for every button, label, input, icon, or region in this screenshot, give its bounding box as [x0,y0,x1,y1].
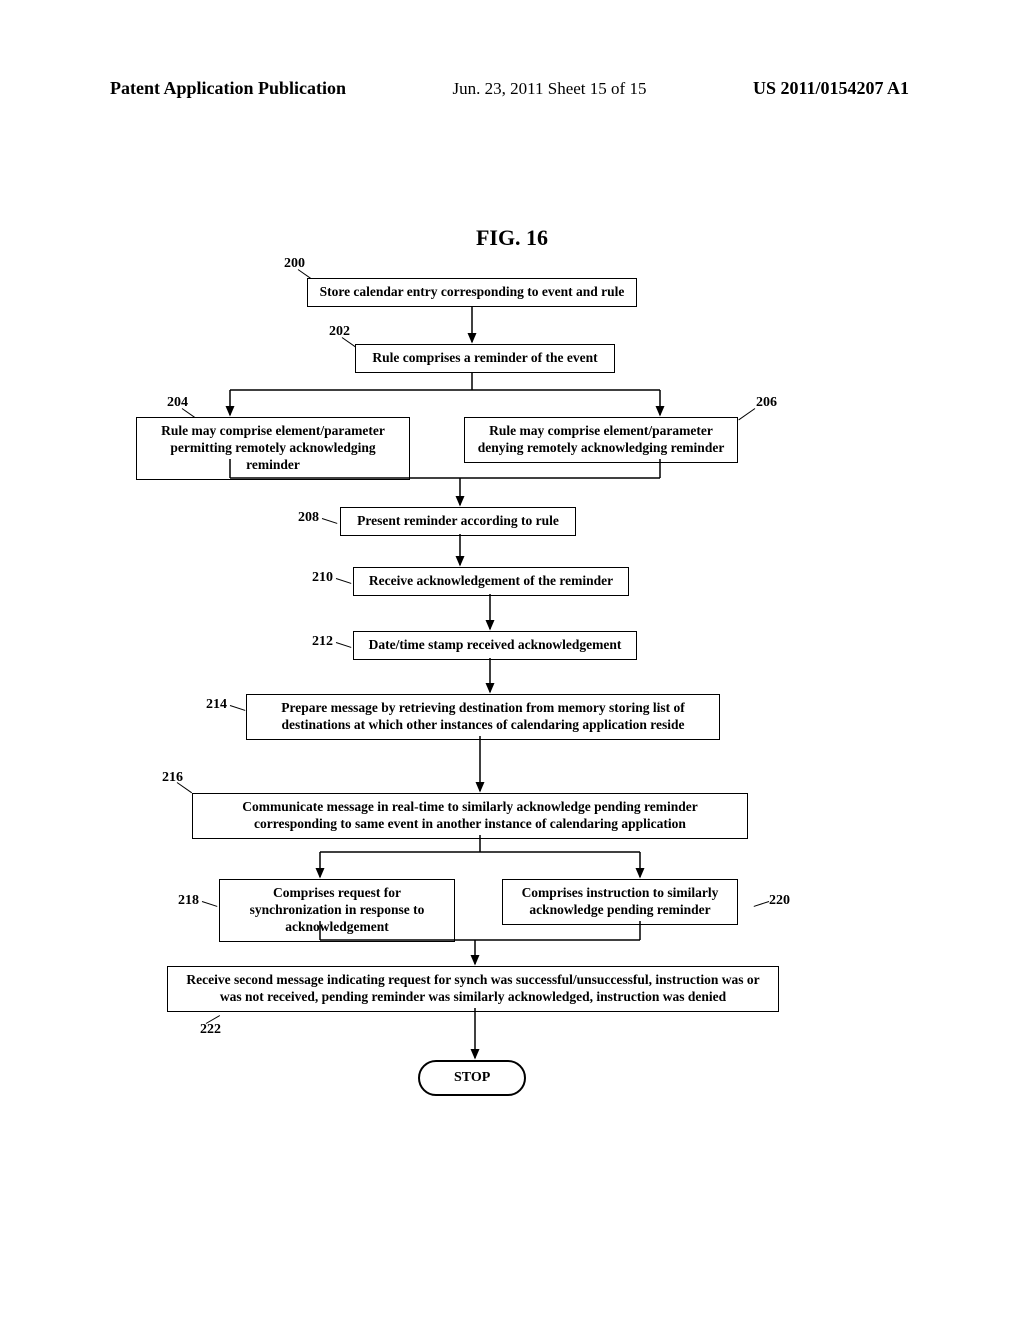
ref-206: 206 [756,395,777,411]
box-210: Receive acknowledgement of the reminder [353,567,629,596]
lead-214 [230,705,246,711]
header-right: US 2011/0154207 A1 [753,78,909,99]
ref-220: 220 [769,893,790,909]
lead-218 [202,901,218,907]
box-218: Comprises request for synchronization in… [219,879,455,942]
box-202: Rule comprises a reminder of the event [355,344,615,373]
ref-222: 222 [200,1022,221,1038]
ref-200: 200 [284,256,305,272]
box-212: Date/time stamp received acknowledgement [353,631,637,660]
lead-208 [322,518,338,524]
ref-218: 218 [178,893,199,909]
box-204: Rule may comprise element/parameter perm… [136,417,410,480]
page-header: Patent Application Publication Jun. 23, … [110,78,909,99]
box-220: Comprises instruction to similarly ackno… [502,879,738,925]
lead-216 [177,782,192,793]
header-left: Patent Application Publication [110,78,346,99]
flow-connectors [0,0,1024,1320]
lead-210 [336,578,352,584]
box-206: Rule may comprise element/parameter deny… [464,417,738,463]
ref-214: 214 [206,697,227,713]
stop-terminator: STOP [418,1060,526,1096]
lead-206 [738,408,755,420]
box-214: Prepare message by retrieving destinatio… [246,694,720,740]
lead-212 [336,642,352,648]
ref-202: 202 [329,324,350,340]
lead-220 [754,901,770,907]
box-222: Receive second message indicating reques… [167,966,779,1012]
ref-208: 208 [298,510,319,526]
box-200: Store calendar entry corresponding to ev… [307,278,637,307]
box-208: Present reminder according to rule [340,507,576,536]
box-216: Communicate message in real-time to simi… [192,793,748,839]
header-mid: Jun. 23, 2011 Sheet 15 of 15 [453,79,647,99]
figure-title: FIG. 16 [476,225,548,251]
ref-210: 210 [312,570,333,586]
ref-204: 204 [167,395,188,411]
ref-212: 212 [312,634,333,650]
